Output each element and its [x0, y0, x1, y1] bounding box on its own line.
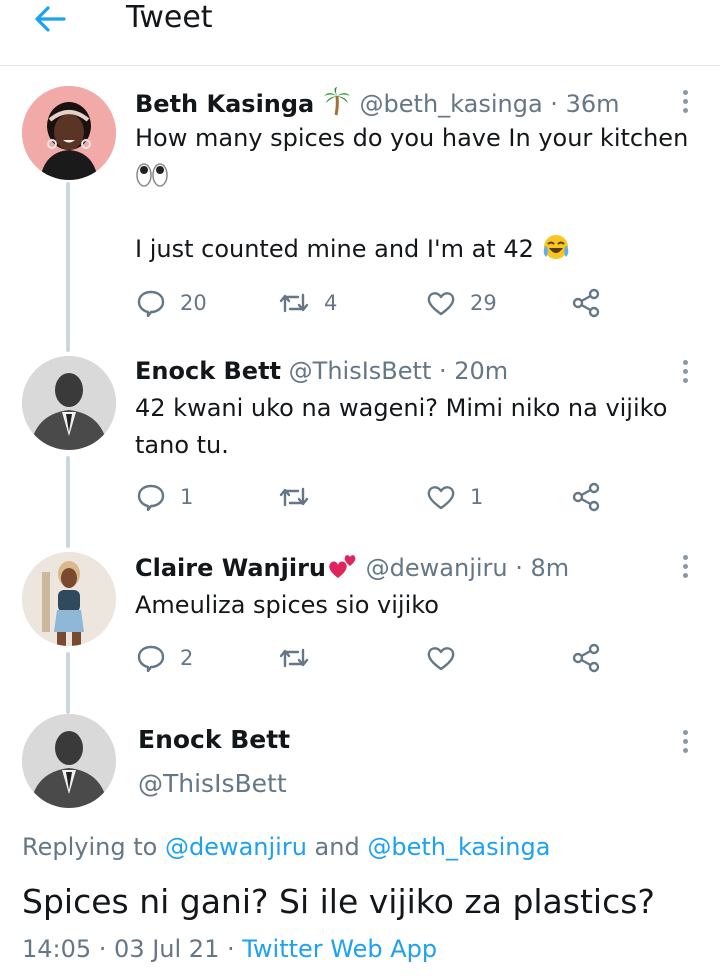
more-options-icon[interactable]: [678, 730, 692, 758]
main-tweet-text: Spices ni gani? Si ile vijiko za plastic…: [22, 882, 655, 921]
eyes-icon: [135, 157, 688, 194]
reply-button[interactable]: 2: [136, 643, 193, 673]
tweet-time: 36m: [565, 90, 620, 118]
share-button[interactable]: [571, 288, 601, 318]
tweet-header: Beth Kasinga @beth_kasinga · 36m: [135, 86, 619, 123]
thread-line: [66, 182, 70, 352]
tweet-line: How many spices do you have In your kitc…: [135, 124, 689, 152]
like-count: 29: [470, 291, 497, 315]
source-link[interactable]: Twitter Web App: [242, 935, 437, 963]
page-title: Tweet: [126, 0, 213, 35]
replying-to: Replying to @dewanjiru and @beth_kasinga: [22, 830, 550, 864]
main-author-handle[interactable]: @ThisIsBett: [138, 768, 287, 800]
thread-line: [66, 652, 70, 714]
tweet-time: 8m: [530, 554, 570, 582]
reply-count: 1: [180, 485, 194, 509]
author-name[interactable]: Claire Wanjiru: [135, 554, 326, 582]
author-handle[interactable]: @dewanjiru: [366, 554, 508, 582]
separator: ·: [542, 90, 566, 118]
like-count: 1: [470, 485, 484, 509]
reply-count: 2: [180, 646, 194, 670]
tweet-header: Claire Wanjiru @dewanjiru · 8m: [135, 552, 569, 587]
avatar[interactable]: [22, 86, 116, 180]
laughing-crying-icon: [542, 233, 570, 272]
thread-line: [66, 456, 70, 548]
mention-link[interactable]: @dewanjiru: [165, 833, 307, 861]
retweet-count: 4: [324, 291, 338, 315]
tweet-text: How many spices do you have In your kitc…: [135, 120, 688, 272]
retweet-icon: [279, 487, 309, 507]
reply-icon: [137, 645, 165, 672]
back-arrow-icon[interactable]: [30, 2, 70, 36]
more-options-icon[interactable]: [678, 360, 692, 388]
avatar[interactable]: [22, 552, 116, 646]
tweet-line: Ameuliza spices sio vijiko: [135, 591, 439, 619]
separator: ·: [431, 357, 455, 385]
like-button[interactable]: 1: [426, 482, 483, 512]
palm-tree-icon: [322, 86, 352, 123]
mention-link[interactable]: @beth_kasinga: [367, 833, 550, 861]
share-icon: [572, 643, 600, 673]
retweet-button[interactable]: 4: [278, 288, 337, 318]
reply-button[interactable]: 1: [136, 482, 193, 512]
more-options-icon[interactable]: [678, 90, 692, 118]
reply-icon: [137, 484, 165, 511]
main-author-name[interactable]: Enock Bett: [138, 724, 290, 756]
author-handle[interactable]: @ThisIsBett: [289, 357, 432, 385]
share-icon: [572, 482, 600, 512]
retweet-icon: [279, 293, 309, 313]
heart-icon: [427, 292, 455, 316]
tweet-line: 42 kwani uko na wageni? Mimi niko na vij…: [135, 394, 668, 422]
author-handle[interactable]: @beth_kasinga: [360, 90, 543, 118]
tweet-text: Ameuliza spices sio vijiko: [135, 587, 439, 624]
tweet-text: 42 kwani uko na wageni? Mimi niko na vij…: [135, 390, 667, 464]
share-button[interactable]: [571, 643, 601, 673]
avatar[interactable]: [22, 356, 116, 450]
retweet-icon: [279, 648, 309, 668]
heart-icon: [427, 647, 455, 671]
retweet-button[interactable]: [278, 482, 310, 512]
reply-button[interactable]: 20: [136, 288, 207, 318]
tweet-line: I just counted mine and I'm at 42: [135, 235, 534, 263]
share-button[interactable]: [571, 482, 601, 512]
like-button[interactable]: 29: [426, 288, 497, 318]
tweet-timestamp: 14:05 · 03 Jul 21 · Twitter Web App: [22, 932, 437, 966]
replying-prefix: Replying to: [22, 833, 165, 861]
tweet-header: Enock Bett @ThisIsBett · 20m: [135, 356, 508, 386]
more-options-icon[interactable]: [678, 555, 692, 583]
reply-icon: [137, 290, 165, 317]
top-bar: Tweet: [0, 0, 720, 66]
reply-count: 20: [180, 291, 207, 315]
heart-icon: [427, 486, 455, 510]
retweet-button[interactable]: [278, 643, 310, 673]
author-name[interactable]: Beth Kasinga: [135, 90, 314, 118]
avatar[interactable]: [22, 714, 116, 808]
tweet-time: 20m: [454, 357, 509, 385]
timestamp: 14:05 · 03 Jul 21 ·: [22, 935, 243, 963]
share-icon: [572, 288, 600, 318]
tweet-line: tano tu.: [135, 431, 229, 459]
separator: ·: [507, 554, 531, 582]
replying-and: and: [306, 833, 368, 861]
two-hearts-icon: [328, 552, 358, 587]
author-name[interactable]: Enock Bett: [135, 357, 281, 385]
like-button[interactable]: [426, 643, 456, 673]
